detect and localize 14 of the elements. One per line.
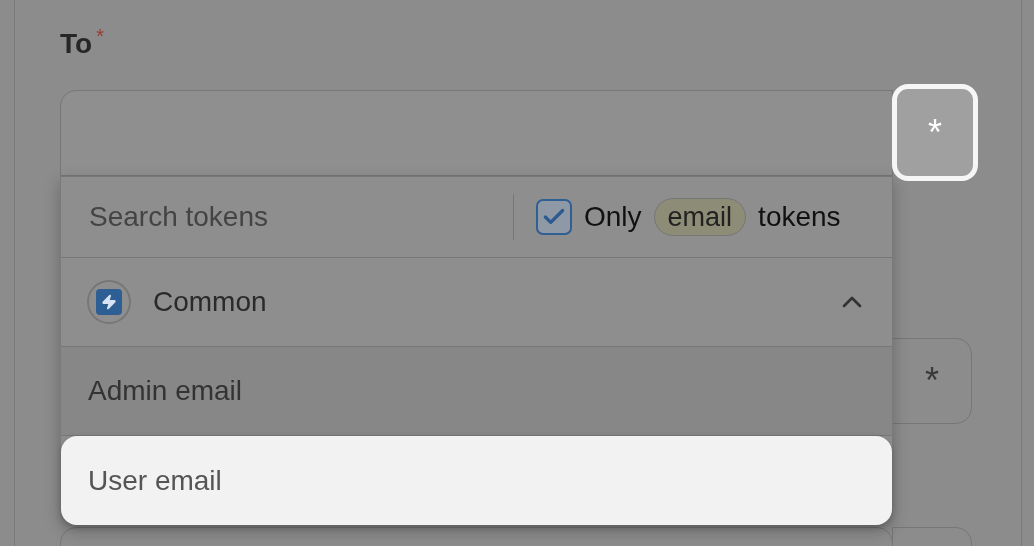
token-option[interactable]: Admin email xyxy=(61,347,892,436)
filter-label: Only xyxy=(584,200,642,234)
group-name: Common xyxy=(153,285,268,319)
filter-label: tokens xyxy=(758,200,841,234)
token-option[interactable]: User email xyxy=(61,436,892,525)
token-button[interactable]: * xyxy=(892,84,978,181)
field-label: To xyxy=(60,27,93,61)
search-field[interactable]: Search tokens xyxy=(61,177,513,257)
email-tag: email xyxy=(653,198,747,236)
required-mark: * xyxy=(96,26,104,46)
lightning-icon xyxy=(87,280,131,324)
token-button[interactable]: * xyxy=(892,338,972,424)
input-field[interactable] xyxy=(60,90,893,176)
checkbox[interactable] xyxy=(536,199,572,235)
